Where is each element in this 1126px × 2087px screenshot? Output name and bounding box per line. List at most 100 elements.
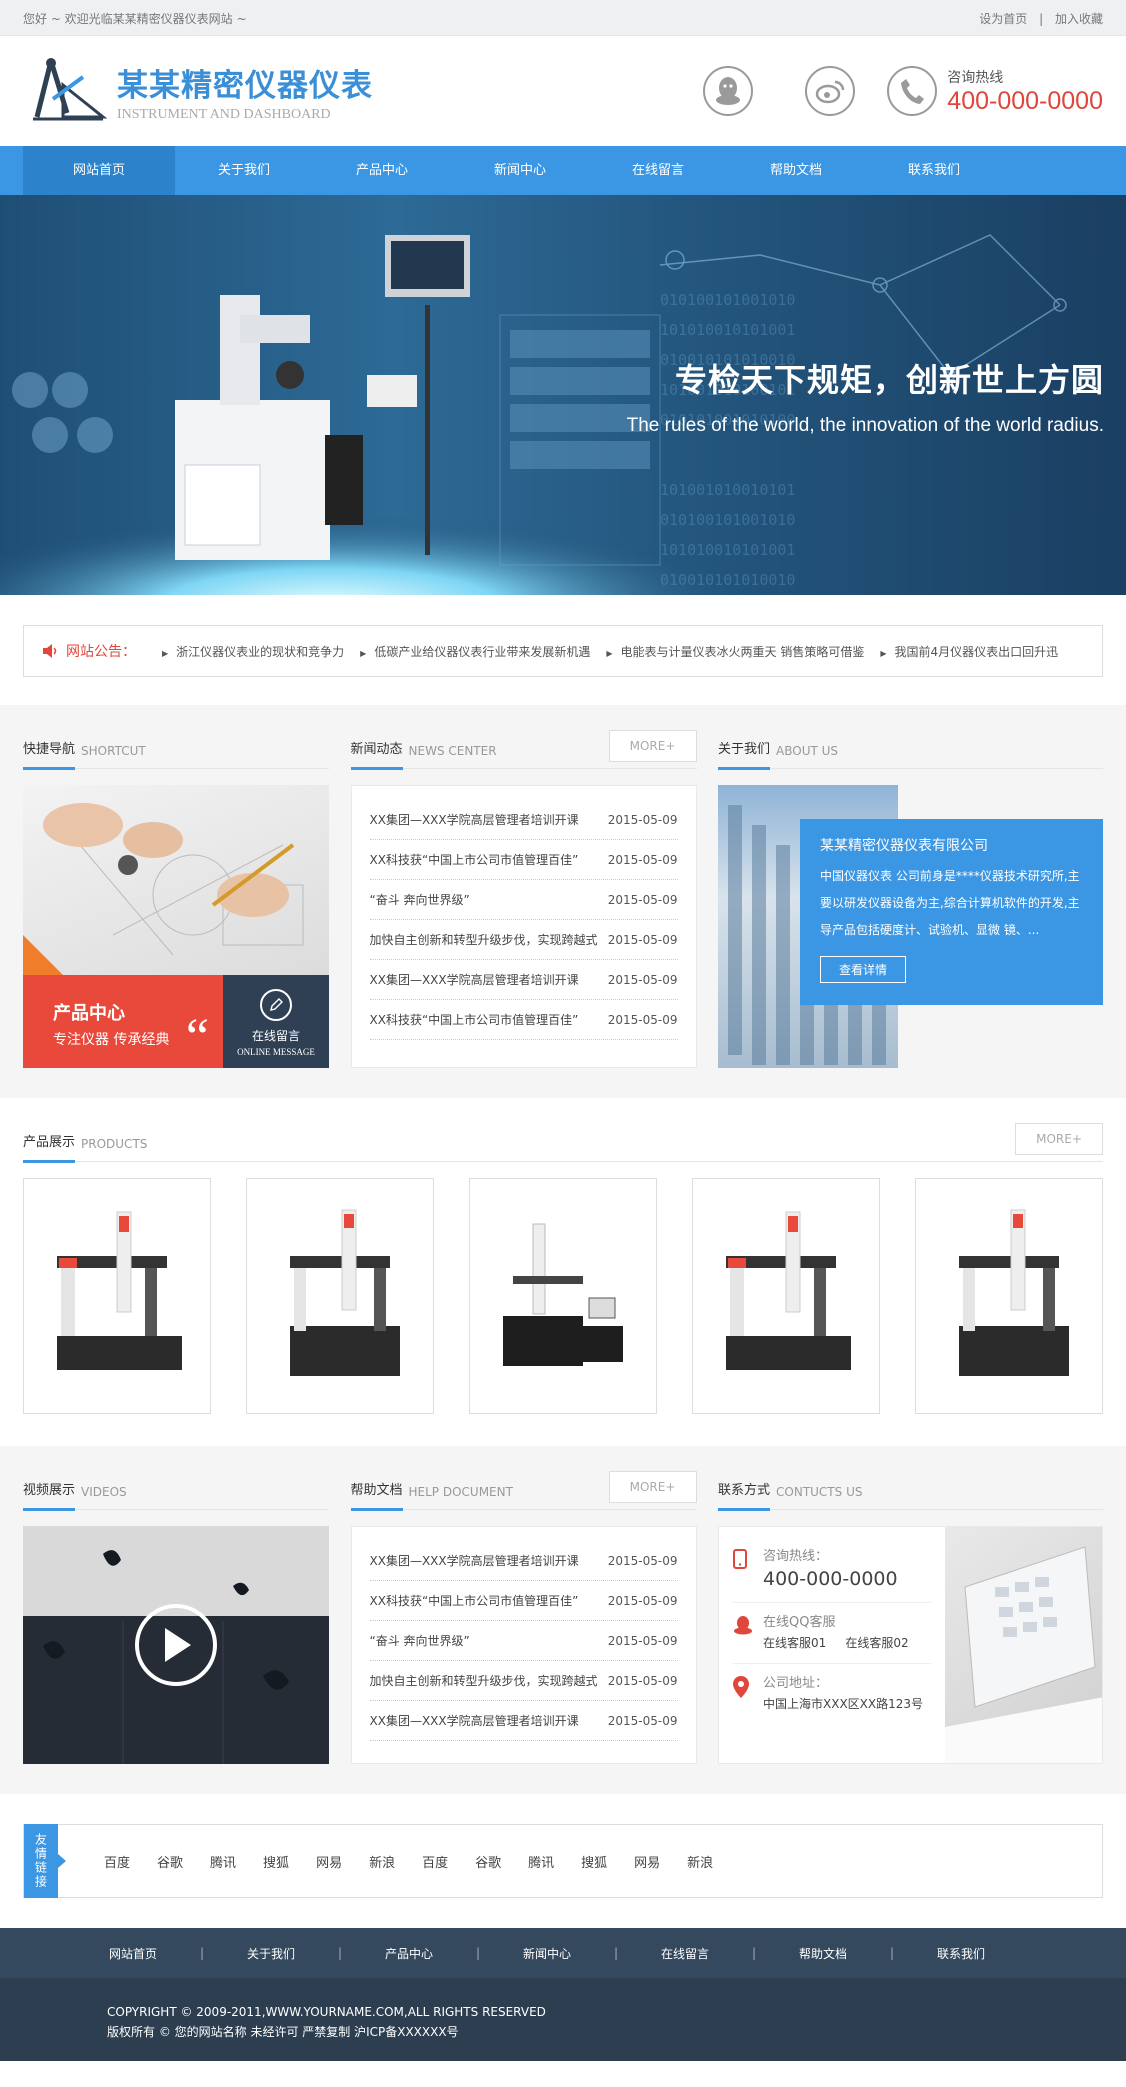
notice-item[interactable]: 电能表与计量仪表冰火两重天 销售策略可借鉴 <box>606 643 865 660</box>
nav-message[interactable]: 在线留言 <box>589 146 727 195</box>
qq-service-1[interactable]: 在线客服01 <box>763 1636 826 1650</box>
help-item[interactable]: XX集团—XXX学院高层管理者培训开课 2015-05-09 <box>369 1701 678 1741</box>
set-home-link[interactable]: 设为首页 <box>979 12 1027 26</box>
products-more-button[interactable]: MORE+ <box>1015 1123 1103 1155</box>
svg-text:010100101001010: 010100101001010 <box>660 511 795 529</box>
help-heading: 帮助文档 HELP DOCUMENT MORE+ <box>350 1471 697 1511</box>
footer-separator: | <box>613 1946 619 1960</box>
news-item[interactable]: XX集团—XXX学院高层管理者培训开课 2015-05-09 <box>369 960 678 1000</box>
footer-nav-message[interactable]: 在线留言 <box>635 1945 735 1962</box>
section-title: 联系方式 <box>718 1479 771 1511</box>
play-icon[interactable] <box>135 1604 217 1686</box>
svg-text:101010010101001: 101010010101001 <box>660 541 795 559</box>
news-item[interactable]: XX科技获“中国上市公司市值管理百佳” 2015-05-09 <box>369 1000 678 1040</box>
about-card: 某某精密仪器仪表有限公司 中国仪器仪表 公司前身是****仪器技术研究所,主要以… <box>800 819 1103 1005</box>
friend-link[interactable]: 搜狐 <box>263 1852 289 1871</box>
calculator-photo <box>945 1527 1102 1763</box>
cmm-machine-image <box>959 1209 1069 1376</box>
notice-item[interactable]: 低碳产业给仪器仪表行业带来发展新机遇 <box>360 643 590 660</box>
news-more-button[interactable]: MORE+ <box>608 730 697 762</box>
weibo-icon[interactable] <box>805 66 856 116</box>
help-item[interactable]: XX科技获“中国上市公司市值管理百佳” 2015-05-09 <box>369 1581 678 1621</box>
friend-link[interactable]: 网易 <box>634 1852 660 1871</box>
contact-heading: 联系方式 CONTUCTS US <box>718 1474 1103 1511</box>
nav-about[interactable]: 关于我们 <box>175 146 313 195</box>
product-card[interactable] <box>469 1178 657 1414</box>
footer-separator: | <box>475 1946 481 1960</box>
notice-bar: 网站公告： 浙江仪器仪表业的现状和竞争力 低碳产业给仪器仪表行业带来发展新机遇 … <box>23 625 1103 677</box>
main-nav: 网站首页 关于我们 产品中心 新闻中心 在线留言 帮助文档 联系我们 <box>0 146 1126 195</box>
help-title: XX科技获“中国上市公司市值管理百佳” <box>369 1594 579 1608</box>
help-date: 2015-05-09 <box>607 1674 678 1688</box>
products-section: 产品展示 PRODUCTS MORE+ <box>0 1098 1126 1446</box>
footer-nav-products[interactable]: 产品中心 <box>359 1945 459 1962</box>
news-item[interactable]: “奋斗 奔向世界级” 2015-05-09 <box>369 880 678 920</box>
contact-address-row: 公司地址： 中国上海市XXX区XX路123号 <box>733 1664 931 1724</box>
section-subtitle: HELP DOCUMENT <box>408 1485 513 1499</box>
section-subtitle: ABOUT US <box>776 744 839 758</box>
phone-icon <box>887 66 938 116</box>
footer-nav-contact[interactable]: 联系我们 <box>911 1945 1011 1962</box>
site-header: 某某精密仪器仪表 INSTRUMENT AND DASHBOARD 咨询热线 4… <box>0 36 1126 146</box>
footer-nav-about[interactable]: 关于我们 <box>221 1945 321 1962</box>
footer-nav-help[interactable]: 帮助文档 <box>773 1945 873 1962</box>
nav-help[interactable]: 帮助文档 <box>727 146 865 195</box>
product-card[interactable] <box>692 1178 880 1414</box>
news-item[interactable]: XX集团—XXX学院高层管理者培训开课 2015-05-09 <box>369 800 678 840</box>
nav-contact[interactable]: 联系我们 <box>865 146 1003 195</box>
friend-link[interactable]: 腾讯 <box>528 1852 554 1871</box>
friend-link[interactable]: 谷歌 <box>475 1852 501 1871</box>
friend-link[interactable]: 新浪 <box>687 1852 713 1871</box>
add-favorite-link[interactable]: 加入收藏 <box>1055 12 1103 26</box>
online-message-card[interactable]: 在线留言 ONLINE MESSAGE <box>223 975 329 1068</box>
friend-link[interactable]: 百度 <box>422 1852 448 1871</box>
friend-link[interactable]: 谷歌 <box>157 1852 183 1871</box>
friend-link[interactable]: 百度 <box>104 1852 130 1871</box>
nav-products[interactable]: 产品中心 <box>313 146 451 195</box>
help-more-button[interactable]: MORE+ <box>608 1471 697 1503</box>
nav-news[interactable]: 新闻中心 <box>451 146 589 195</box>
video-player[interactable] <box>23 1526 329 1764</box>
qq-icon[interactable] <box>703 66 754 116</box>
news-item[interactable]: 加快自主创新和转型升级步伐，实现跨越式 2015-05-09 <box>369 920 678 960</box>
product-card[interactable] <box>246 1178 434 1414</box>
online-message-subtitle: ONLINE MESSAGE <box>237 1047 315 1057</box>
friend-link[interactable]: 腾讯 <box>210 1852 236 1871</box>
help-item[interactable]: 加快自主创新和转型升级步伐，实现跨越式 2015-05-09 <box>369 1661 678 1701</box>
hero-banner[interactable]: 010100101001010 101010010101001 0100101010… <box>0 195 1126 595</box>
about-heading: 关于我们 ABOUT US <box>718 733 1103 770</box>
friend-link[interactable]: 网易 <box>316 1852 342 1871</box>
help-item[interactable]: “奋斗 奔向世界级” 2015-05-09 <box>369 1621 678 1661</box>
product-card[interactable] <box>915 1178 1103 1414</box>
footer-separator: | <box>337 1946 343 1960</box>
nav-home[interactable]: 网站首页 <box>23 146 175 195</box>
notice-item[interactable]: 我国前4月仪器仪表出口回升迅 <box>880 643 1058 660</box>
product-center-card[interactable]: 产品中心 专注仪器 传承经典 “ <box>23 975 223 1068</box>
section-title: 视频展示 <box>23 1479 76 1511</box>
hotline-label: 咨询热线 <box>947 69 1004 86</box>
friend-link[interactable]: 新浪 <box>369 1852 395 1871</box>
news-title: 加快自主创新和转型升级步伐，实现跨越式 <box>369 933 598 947</box>
view-details-button[interactable]: 查看详情 <box>820 956 907 983</box>
friend-link[interactable]: 搜狐 <box>581 1852 607 1871</box>
help-item[interactable]: XX集团—XXX学院高层管理者培训开课 2015-05-09 <box>369 1541 678 1581</box>
news-title: XX集团—XXX学院高层管理者培训开课 <box>369 973 579 987</box>
footer-bottom: COPYRIGHT © 2009-2011,WWW.YOURNAME.COM,A… <box>0 1978 1126 2061</box>
top-bar: 您好 ~ 欢迎光临某某精密仪器仪表网站 ~ 设为首页 | 加入收藏 <box>0 0 1126 36</box>
news-title: XX科技获“中国上市公司市值管理百佳” <box>369 853 579 867</box>
qq-service-2[interactable]: 在线客服02 <box>845 1636 908 1650</box>
notice-item[interactable]: 浙江仪器仪表业的现状和竞争力 <box>162 643 344 660</box>
product-card[interactable] <box>23 1178 211 1414</box>
footer-nav-news[interactable]: 新闻中心 <box>497 1945 597 1962</box>
cmm-machine-image <box>726 1211 851 1370</box>
compass-logo-icon[interactable] <box>23 55 107 127</box>
svg-text:010100101001010: 010100101001010 <box>660 291 795 309</box>
footer-nav-home[interactable]: 网站首页 <box>83 1945 183 1962</box>
news-item[interactable]: XX科技获“中国上市公司市值管理百佳” 2015-05-09 <box>369 840 678 880</box>
address-label: 公司地址： <box>763 1676 829 1691</box>
logo-title[interactable]: 某某精密仪器仪表 <box>117 60 373 105</box>
hotline-number: 400-000-0000 <box>947 86 1103 115</box>
section-subtitle: SHORTCUT <box>81 744 146 758</box>
phone-number: 400-000-0000 <box>763 1568 898 1590</box>
qq-red-icon <box>733 1611 763 1651</box>
